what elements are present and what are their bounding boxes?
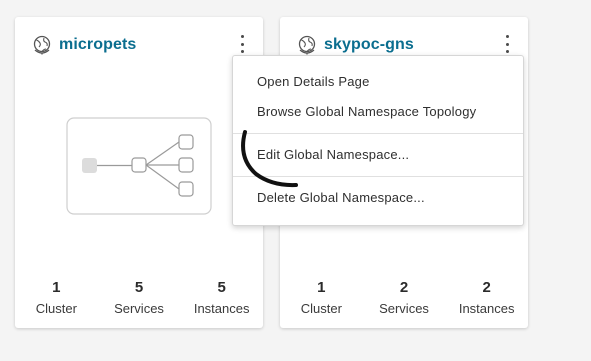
stat-label: Services	[379, 301, 429, 316]
menu-item-browse-topology[interactable]: Browse Global Namespace Topology	[257, 104, 476, 119]
card-stats: 1 Cluster 2 Services 2 Instances	[280, 279, 528, 316]
globe-icon	[298, 35, 316, 55]
actions-dropdown-menu: Open Details Page Browse Global Namespac…	[232, 55, 524, 226]
stat-label: Cluster	[300, 301, 342, 316]
stat-instances: 5 Instances	[180, 279, 263, 316]
menu-item-edit-gns[interactable]: Edit Global Namespace...	[257, 147, 409, 162]
stat-instances: 2 Instances	[445, 279, 528, 316]
topology-preview-icon	[66, 117, 212, 215]
menu-item-open-details[interactable]: Open Details Page	[257, 74, 370, 89]
stat-value: 2	[399, 279, 409, 296]
stat-cluster: 1 Cluster	[280, 279, 363, 316]
more-options-icon[interactable]	[502, 35, 512, 53]
gns-card-micropets[interactable]: micropets 1 Cluster 5 Services 5 Instanc…	[15, 17, 263, 328]
stat-label: Instances	[193, 301, 250, 316]
stat-services: 2 Services	[363, 279, 446, 316]
stat-label: Cluster	[35, 301, 77, 316]
globe-icon	[33, 35, 51, 55]
stat-label: Instances	[458, 301, 515, 316]
card-header: skypoc-gns	[297, 33, 516, 57]
stat-cluster: 1 Cluster	[15, 279, 98, 316]
stat-value: 5	[217, 279, 226, 296]
card-title[interactable]: skypoc-gns	[324, 36, 414, 54]
stat-services: 5 Services	[98, 279, 181, 316]
stat-value: 1	[317, 279, 326, 296]
stat-value: 1	[52, 279, 61, 296]
menu-item-delete-gns[interactable]: Delete Global Namespace...	[257, 190, 425, 205]
card-header: micropets	[32, 33, 251, 57]
stat-label: Services	[114, 301, 164, 316]
stat-value: 5	[134, 279, 144, 296]
menu-divider	[233, 176, 523, 177]
menu-divider	[233, 133, 523, 134]
more-options-icon[interactable]	[237, 35, 247, 53]
stat-value: 2	[482, 279, 491, 296]
card-stats: 1 Cluster 5 Services 5 Instances	[15, 279, 263, 316]
card-title[interactable]: micropets	[59, 36, 136, 54]
